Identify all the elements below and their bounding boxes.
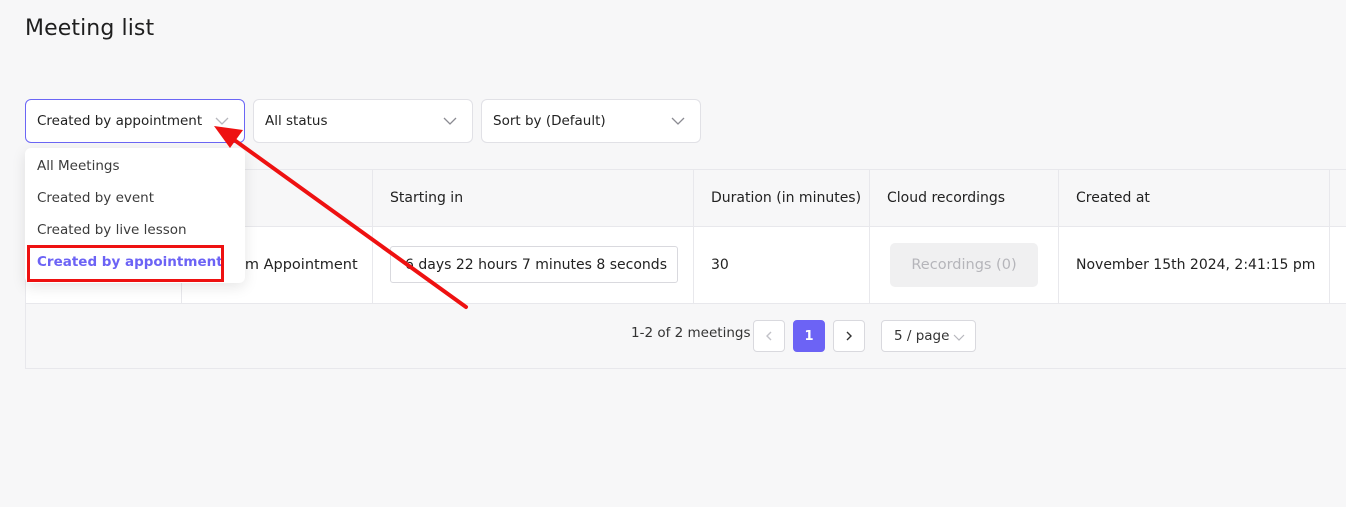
annotation-highlight-box <box>27 245 224 282</box>
next-page-button[interactable] <box>833 320 865 352</box>
duration-cell: 30 <box>711 257 729 273</box>
pagination-summary: 1-2 of 2 meetings <box>631 325 751 341</box>
recordings-button[interactable]: Recordings (0) <box>890 243 1038 287</box>
status-select-value: All status <box>265 113 328 129</box>
created-at-cell: November 15th 2024, 2:41:15 pm <box>1076 257 1316 273</box>
column-header-starting-in: Starting in <box>390 190 464 206</box>
chevron-down-icon <box>953 334 965 341</box>
sort-select[interactable]: Sort by (Default) <box>481 99 701 143</box>
column-divider <box>693 170 694 304</box>
column-divider <box>869 170 870 304</box>
chevron-left-icon <box>766 331 772 341</box>
starting-in-field: 6 days 22 hours 7 minutes 8 seconds <box>390 246 678 283</box>
dropdown-option-created-by-live-lesson[interactable]: Created by live lesson <box>37 222 187 238</box>
column-header-duration: Duration (in minutes) <box>711 190 862 206</box>
column-divider <box>1329 170 1330 304</box>
column-header-created-at: Created at <box>1076 190 1150 206</box>
meeting-type-select-value: Created by appointment <box>37 113 203 129</box>
page-size-select[interactable]: 5 / page <box>881 320 976 352</box>
page-1-button[interactable]: 1 <box>793 320 825 352</box>
prev-page-button[interactable] <box>753 320 785 352</box>
page-size-value: 5 / page <box>894 328 950 344</box>
meeting-type-select[interactable]: Created by appointment <box>25 99 245 143</box>
chevron-down-icon <box>215 117 229 125</box>
column-divider <box>1058 170 1059 304</box>
chevron-down-icon <box>671 117 685 125</box>
status-select[interactable]: All status <box>253 99 473 143</box>
chevron-down-icon <box>443 117 457 125</box>
column-divider <box>372 170 373 304</box>
chevron-right-icon <box>846 331 852 341</box>
page-title: Meeting list <box>25 16 155 41</box>
dropdown-option-created-by-event[interactable]: Created by event <box>37 190 154 206</box>
column-header-cloud-recordings: Cloud recordings <box>887 190 1006 206</box>
sort-select-value: Sort by (Default) <box>493 113 606 129</box>
dropdown-option-all-meetings[interactable]: All Meetings <box>37 158 120 174</box>
